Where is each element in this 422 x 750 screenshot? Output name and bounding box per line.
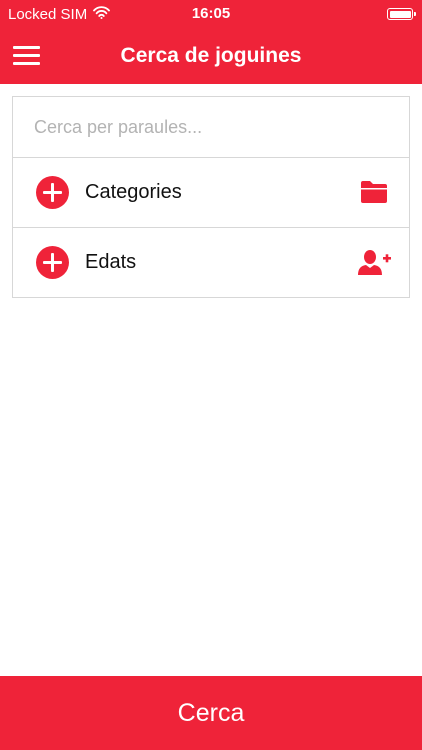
folder-icon	[361, 181, 387, 203]
search-panel: Categories Edats	[12, 96, 410, 298]
filter-row-categories[interactable]: Categories	[13, 158, 409, 228]
search-button[interactable]: Cerca	[0, 676, 422, 750]
add-circle-icon[interactable]	[36, 176, 69, 209]
filter-label-ages: Edats	[85, 251, 137, 273]
add-user-icon	[358, 250, 391, 275]
nav-bar: Cerca de joguines	[0, 28, 422, 84]
app-screen: Locked SIM 16:05 Cerca de joguines Cerca…	[0, 0, 422, 750]
status-bar: Locked SIM 16:05	[0, 0, 422, 28]
filter-row-ages[interactable]: Edats	[13, 228, 409, 298]
search-input[interactable]	[34, 107, 394, 147]
page-title: Cerca de joguines	[120, 44, 302, 67]
add-circle-icon[interactable]	[36, 246, 69, 279]
status-time: 16:05	[191, 5, 231, 22]
search-row	[13, 97, 409, 158]
battery-icon	[387, 8, 416, 20]
filter-label-categories: Categories	[85, 181, 182, 203]
